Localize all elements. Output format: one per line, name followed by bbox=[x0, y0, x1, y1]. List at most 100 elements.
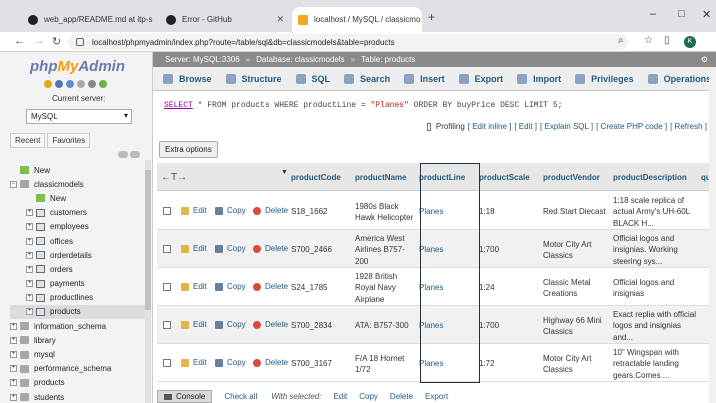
expand-icon[interactable]: + bbox=[26, 294, 33, 302]
browser-tab-readme[interactable]: web_app/README.md at itp-s ✕ bbox=[22, 7, 158, 32]
product-line-cell[interactable]: Planes bbox=[419, 233, 475, 267]
expand-icon[interactable]: + bbox=[10, 365, 17, 373]
copy-button[interactable]: Copy bbox=[215, 206, 246, 215]
url-field[interactable]: localhost/phpmyadmin/index.php?route=/ta… bbox=[68, 34, 628, 50]
delete-button[interactable]: Delete bbox=[253, 206, 288, 215]
copy-button[interactable]: Copy bbox=[215, 320, 246, 329]
main-scrollbar[interactable] bbox=[709, 70, 716, 403]
phpmyadmin-logo[interactable]: phpMyAdmin bbox=[30, 58, 125, 75]
expand-icon[interactable]: + bbox=[26, 265, 33, 273]
console-tab[interactable]: Console bbox=[157, 390, 213, 403]
tree-item[interactable]: + employees bbox=[10, 220, 150, 234]
delete-button[interactable]: Delete bbox=[253, 320, 288, 329]
close-window-button[interactable]: ✕ bbox=[702, 8, 711, 21]
edit-button[interactable]: Edit bbox=[181, 282, 207, 291]
delete-button[interactable]: Delete bbox=[253, 358, 288, 367]
query-link[interactable]: [ Create PHP code ] bbox=[596, 122, 667, 131]
home-icon[interactable] bbox=[44, 80, 52, 88]
tree-item[interactable]: + performance_schema bbox=[10, 362, 150, 376]
tab-import[interactable]: Import bbox=[517, 73, 561, 84]
bulk-edit-button[interactable]: Edit bbox=[333, 392, 347, 401]
tab-operations[interactable]: Operations bbox=[647, 73, 711, 84]
reload-nav-icon[interactable] bbox=[99, 80, 107, 88]
tree-item[interactable]: + students bbox=[10, 390, 150, 403]
expand-icon[interactable]: + bbox=[10, 336, 17, 344]
collapse-all-icon[interactable] bbox=[118, 151, 128, 158]
edit-button[interactable]: Edit bbox=[181, 320, 207, 329]
breadcrumb-server[interactable]: Server: MySQL:3306 bbox=[165, 55, 240, 64]
tree-item[interactable]: + customers bbox=[10, 206, 150, 220]
help-icon[interactable] bbox=[66, 80, 74, 88]
browser-tab-error[interactable]: Error - GitHub ✕ bbox=[160, 7, 290, 32]
row-checkbox[interactable] bbox=[163, 359, 171, 367]
row-checkbox[interactable] bbox=[163, 321, 171, 329]
delete-button[interactable]: Delete bbox=[253, 244, 288, 253]
tree-item[interactable]: + library bbox=[10, 333, 150, 347]
new-tab-button[interactable]: + bbox=[428, 10, 435, 24]
tab-favorites[interactable]: Favorites bbox=[47, 133, 91, 148]
row-checkbox[interactable] bbox=[163, 245, 171, 253]
gear-icon[interactable]: ⚙ bbox=[701, 55, 708, 64]
minimize-button[interactable]: – bbox=[650, 8, 656, 20]
sort-indicator[interactable]: ▼ bbox=[281, 169, 288, 176]
tree-item[interactable]: + offices bbox=[10, 234, 150, 248]
tree-item[interactable]: + productlines bbox=[10, 291, 150, 305]
profiling-checkbox[interactable] bbox=[427, 122, 431, 131]
expand-icon[interactable]: + bbox=[26, 280, 33, 288]
tab-structure[interactable]: Structure bbox=[225, 73, 282, 84]
bookmark-star-icon[interactable]: ☆ bbox=[644, 35, 653, 46]
tree-item[interactable]: + payments bbox=[10, 277, 150, 291]
expand-icon[interactable]: + bbox=[10, 379, 17, 387]
sidebar-icon[interactable]: ▯ bbox=[664, 35, 670, 46]
tab-sql[interactable]: SQL bbox=[295, 73, 330, 84]
bulk-delete-button[interactable]: Delete bbox=[390, 392, 413, 401]
extra-options-button[interactable]: Extra options bbox=[159, 141, 218, 158]
tab-recent[interactable]: Recent bbox=[10, 133, 46, 148]
bulk-copy-button[interactable]: Copy bbox=[359, 392, 378, 401]
tree-item[interactable]: − classicmodels bbox=[10, 177, 150, 191]
tree-item[interactable]: New bbox=[10, 191, 150, 205]
close-tab-icon[interactable]: ✕ bbox=[420, 14, 422, 25]
tab-export[interactable]: Export bbox=[458, 73, 503, 84]
server-select[interactable]: MySQL ▾ bbox=[26, 109, 132, 124]
tab-browse[interactable]: Browse bbox=[163, 73, 212, 84]
link-with-main-icon[interactable] bbox=[130, 151, 140, 158]
sql-keyword-select[interactable]: SELECT bbox=[164, 101, 193, 110]
expand-icon[interactable]: + bbox=[26, 308, 33, 316]
edit-button[interactable]: Edit bbox=[181, 206, 207, 215]
column-header[interactable]: productScale bbox=[479, 173, 530, 182]
logout-icon[interactable] bbox=[55, 80, 63, 88]
delete-button[interactable]: Delete bbox=[253, 282, 288, 291]
tree-item[interactable]: New bbox=[10, 163, 150, 177]
copy-button[interactable]: Copy bbox=[215, 358, 246, 367]
profile-avatar[interactable]: K bbox=[684, 36, 696, 48]
site-info-icon[interactable] bbox=[76, 38, 84, 46]
query-link[interactable]: [ Explain SQL ] bbox=[540, 122, 593, 131]
tree-item[interactable]: + products bbox=[10, 304, 150, 320]
expand-icon[interactable]: + bbox=[26, 223, 33, 231]
row-checkbox[interactable] bbox=[163, 283, 171, 291]
query-link[interactable]: [ Refresh ] bbox=[670, 122, 707, 131]
tree-item[interactable]: + information_schema bbox=[10, 319, 150, 333]
breadcrumb-table[interactable]: Table: products bbox=[361, 55, 415, 64]
reload-icon[interactable]: ↻ bbox=[52, 35, 61, 48]
tab-search[interactable]: Search bbox=[344, 73, 390, 84]
tree-item[interactable]: + orders bbox=[10, 262, 150, 276]
column-header[interactable]: productName bbox=[355, 173, 407, 182]
tree-item[interactable]: + orderdetails bbox=[10, 248, 150, 262]
docs-icon[interactable] bbox=[77, 80, 85, 88]
forward-icon[interactable]: → bbox=[34, 35, 45, 47]
edit-button[interactable]: Edit bbox=[181, 244, 207, 253]
column-header[interactable]: productDescription bbox=[613, 173, 687, 182]
product-line-cell[interactable]: Planes bbox=[419, 309, 475, 343]
column-header[interactable]: productLine bbox=[419, 173, 465, 182]
copy-button[interactable]: Copy bbox=[215, 244, 246, 253]
product-line-cell[interactable]: Planes bbox=[419, 347, 475, 381]
zoom-icon[interactable]: ⌕ bbox=[618, 35, 624, 46]
query-link[interactable]: [ Edit ] bbox=[514, 122, 537, 131]
tab-privileges[interactable]: Privileges bbox=[575, 73, 634, 84]
column-nav-arrows[interactable]: ←T→ bbox=[161, 172, 187, 183]
scrollbar-thumb[interactable] bbox=[145, 170, 151, 310]
breadcrumb-database[interactable]: Database: classicmodels bbox=[256, 55, 344, 64]
product-line-cell[interactable]: Planes bbox=[419, 195, 475, 229]
